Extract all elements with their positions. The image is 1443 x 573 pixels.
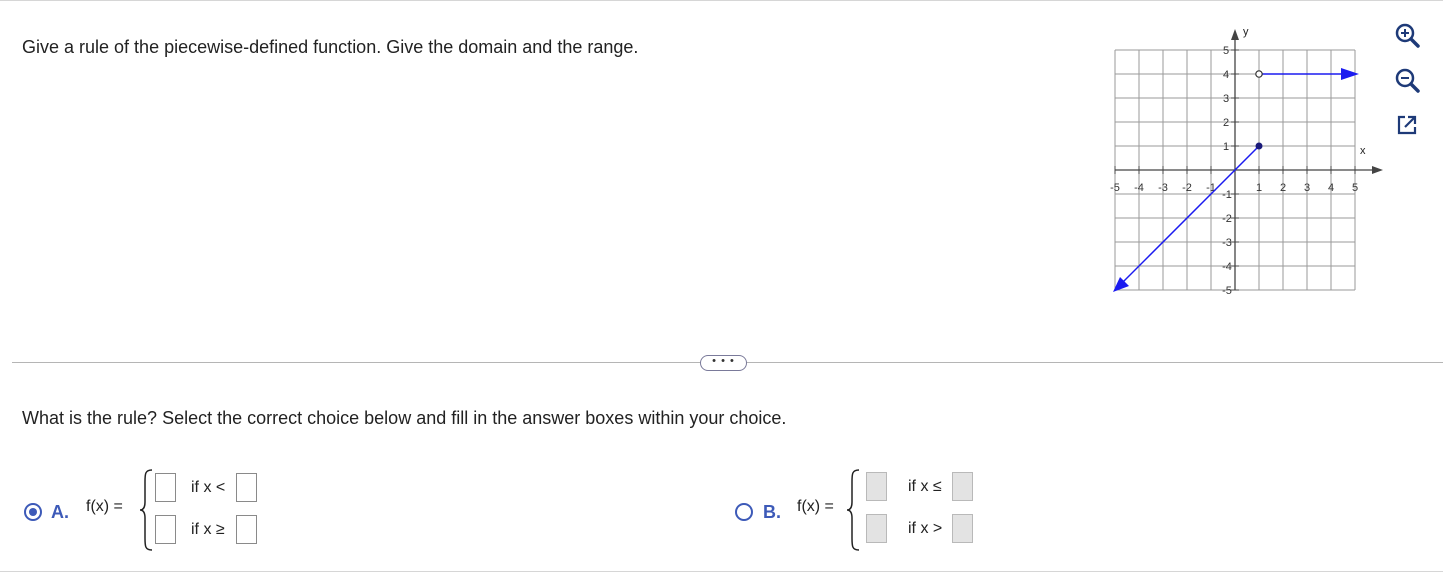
- choice-a-bound1-box[interactable]: [236, 473, 257, 502]
- choice-b-radio[interactable]: [735, 503, 753, 521]
- choice-b-bound1-box[interactable]: [952, 472, 973, 501]
- top-border: [0, 0, 1443, 1]
- y-tick-label: -4: [1222, 261, 1232, 273]
- choice-a-fx-label: f(x) =: [86, 498, 123, 515]
- x-tick-label: 2: [1280, 182, 1286, 194]
- x-tick-label: 5: [1352, 182, 1358, 194]
- x-axis-arrow: [1372, 166, 1383, 174]
- choice-b-expr2-box[interactable]: [866, 514, 887, 543]
- choice-a-cond1: if x <: [191, 479, 226, 496]
- choice-a-radio[interactable]: [24, 503, 42, 521]
- x-tick-label: 4: [1328, 182, 1334, 194]
- prompt-text: What is the rule? Select the correct cho…: [22, 408, 787, 428]
- choice-b-expr1-box[interactable]: [866, 472, 887, 501]
- x-tick-label: -4: [1134, 182, 1144, 194]
- choice-a: A. f(x) = if x < if x ≥: [24, 468, 284, 552]
- question-text: Give a rule of the piecewise-defined fun…: [22, 37, 639, 57]
- x-axis-label: x: [1360, 145, 1366, 157]
- y-tick-label: -1: [1222, 189, 1232, 201]
- choice-b-cond2: if x >: [908, 520, 943, 537]
- y-axis-label: y: [1243, 26, 1249, 38]
- graph-tools: [1392, 20, 1428, 155]
- x-tick-label: -3: [1158, 182, 1168, 194]
- bottom-border: [0, 571, 1443, 572]
- segment-arrow: [1341, 68, 1359, 80]
- choice-b-fx-label: f(x) =: [797, 498, 834, 515]
- y-tick-label: 2: [1223, 117, 1229, 129]
- x-tick-label: -2: [1182, 182, 1192, 194]
- more-button[interactable]: • • •: [700, 355, 747, 371]
- choice-a-letter: A.: [51, 502, 69, 522]
- x-tick-label: -5: [1110, 182, 1120, 194]
- choice-b: B. f(x) = if x ≤ if x >: [735, 468, 995, 552]
- choice-b-letter: B.: [763, 502, 781, 522]
- y-tick-label: 1: [1223, 141, 1229, 153]
- choice-a-brace: [139, 469, 153, 551]
- function-graph: x y -5 -4 -3 -2 -1 1 2 3 4 5 5 4 3 2 1 -1 -2 -3 -4 -5: [1100, 15, 1385, 305]
- zoom-out-icon[interactable]: [1392, 65, 1422, 95]
- y-tick-label: -3: [1222, 237, 1232, 249]
- closed-point: [1255, 142, 1263, 150]
- choice-b-bound2-box[interactable]: [952, 514, 973, 543]
- open-point: [1255, 70, 1263, 78]
- x-tick-label: 3: [1304, 182, 1310, 194]
- x-tick-label: -1: [1206, 182, 1216, 194]
- x-tick-label: 1: [1256, 182, 1262, 194]
- choice-b-cond1: if x ≤: [908, 478, 942, 495]
- y-tick-label: 5: [1223, 45, 1229, 57]
- choice-a-cond2: if x ≥: [191, 521, 225, 538]
- y-axis-arrow: [1231, 29, 1239, 40]
- pop-out-icon[interactable]: [1392, 110, 1422, 140]
- choice-a-expr2-box[interactable]: [155, 515, 176, 544]
- y-tick-label: -2: [1222, 213, 1232, 225]
- zoom-in-icon[interactable]: [1392, 20, 1422, 50]
- y-tick-label: 3: [1223, 93, 1229, 105]
- y-tick-label: -5: [1222, 285, 1232, 297]
- choice-a-expr1-box[interactable]: [155, 473, 176, 502]
- y-tick-label: 4: [1223, 69, 1229, 81]
- choice-a-bound2-box[interactable]: [236, 515, 257, 544]
- choice-b-brace: [846, 469, 860, 551]
